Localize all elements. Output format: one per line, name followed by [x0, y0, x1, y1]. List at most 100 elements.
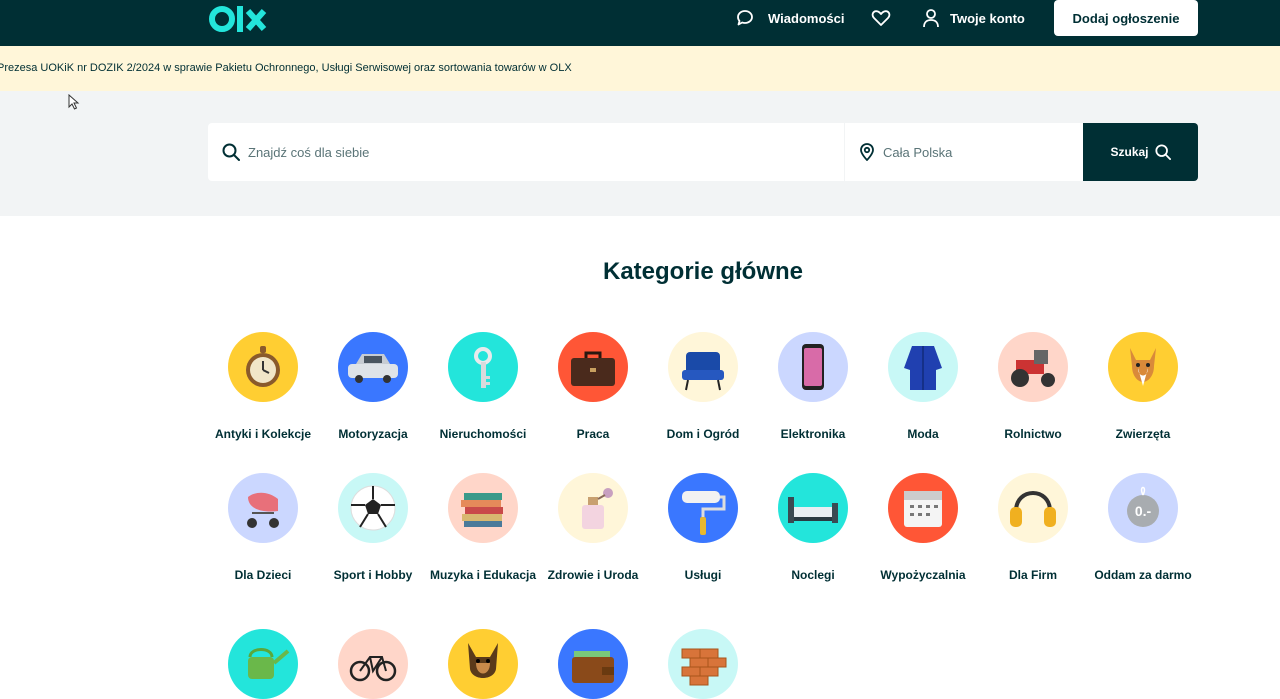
- category-circle: [228, 473, 298, 543]
- messages-label: Wiadomości: [768, 10, 845, 26]
- search-button-label: Szukaj: [1110, 145, 1149, 159]
- category-item[interactable]: Elektronika: [758, 332, 868, 442]
- search-button[interactable]: Szukaj: [1083, 123, 1198, 181]
- olx-logo[interactable]: [208, 4, 268, 34]
- category-item[interactable]: [538, 629, 648, 699]
- category-circle: [558, 332, 628, 402]
- category-circle: [668, 473, 738, 543]
- category-label: Noclegi: [791, 568, 835, 582]
- category-label: Dom i Ogród: [666, 427, 740, 441]
- category-item[interactable]: Rolnictwo: [978, 332, 1088, 442]
- category-label: Rolnictwo: [1004, 427, 1062, 441]
- category-label: Oddam za darmo: [1094, 568, 1192, 582]
- ear-muffs-icon: [1010, 491, 1056, 527]
- category-item[interactable]: Usługi: [648, 473, 758, 583]
- category-circle: [448, 629, 518, 699]
- watering-can-icon: [248, 648, 290, 679]
- add-listing-button[interactable]: Dodaj ogłoszenie: [1054, 0, 1198, 36]
- category-item[interactable]: Dla Firm: [978, 473, 1088, 583]
- search-field[interactable]: [208, 123, 844, 181]
- category-item[interactable]: Zwierzęta: [1088, 332, 1198, 442]
- category-circle: [338, 629, 408, 699]
- category-label: Nieruchomości: [439, 427, 527, 441]
- top-navbar: Wiadomości Twoje konto Dodaj ogłoszenie: [0, 0, 1280, 46]
- category-item[interactable]: [208, 629, 318, 699]
- robe-icon: [904, 346, 942, 390]
- user-icon: [923, 9, 939, 28]
- category-label: Wypożyczalnia: [880, 568, 966, 582]
- category-label: Moda: [907, 427, 939, 441]
- smartphone-icon: [802, 344, 824, 390]
- category-circle: [1108, 332, 1178, 402]
- category-circle: [558, 629, 628, 699]
- armchair-icon: [682, 352, 724, 391]
- category-item[interactable]: Antyki i Kolekcje: [208, 332, 318, 442]
- category-circle: [448, 332, 518, 402]
- search-icon: [222, 143, 240, 161]
- chat-bubble-icon: [737, 10, 753, 26]
- category-label: Dla Dzieci: [234, 568, 292, 582]
- category-item[interactable]: Muzyka i Edukacja: [428, 473, 538, 583]
- wallet-icon: [572, 651, 614, 683]
- price-tag-icon: 0.-: [1127, 486, 1159, 527]
- location-pin-icon: [860, 143, 874, 161]
- location-field[interactable]: [845, 123, 1083, 181]
- soccer-ball-icon: [350, 485, 396, 531]
- category-circle: [448, 473, 518, 543]
- category-item[interactable]: Sport i Hobby: [318, 473, 428, 583]
- category-circle: 0.-: [1108, 473, 1178, 543]
- location-input[interactable]: [883, 144, 1063, 160]
- category-item[interactable]: Zdrowie i Uroda: [538, 473, 648, 583]
- perfume-icon: [582, 488, 613, 529]
- category-circle: [338, 473, 408, 543]
- category-item[interactable]: Wypożyczalnia: [868, 473, 978, 583]
- search-input[interactable]: [248, 144, 808, 160]
- category-item[interactable]: Noclegi: [758, 473, 868, 583]
- briefcase-icon: [571, 351, 615, 386]
- category-item[interactable]: Praca: [538, 332, 648, 442]
- heart-icon: [871, 10, 891, 26]
- tractor-icon: [1011, 350, 1055, 387]
- category-circle: [998, 332, 1068, 402]
- category-circle: [558, 473, 628, 543]
- account-label: Twoje konto: [950, 10, 1025, 26]
- bed-icon: [788, 497, 838, 523]
- books-icon: [461, 493, 503, 527]
- car-icon: [348, 354, 398, 383]
- category-label: Motoryzacja: [338, 427, 408, 441]
- banner-text: Prezesa UOKiK nr DOZIK 2/2024 w sprawie …: [0, 62, 572, 74]
- category-label: Usługi: [684, 568, 722, 582]
- category-label: Muzyka i Edukacja: [429, 568, 537, 582]
- account-link[interactable]: Twoje konto: [922, 8, 1025, 28]
- category-item[interactable]: [318, 629, 428, 699]
- category-circle: [338, 332, 408, 402]
- mouse-cursor-icon: [68, 94, 80, 110]
- german-shepherd-icon: [468, 643, 498, 678]
- category-item[interactable]: 0.- Oddam za darmo: [1088, 473, 1198, 583]
- dog-icon: [1130, 348, 1156, 386]
- category-circle: [228, 629, 298, 699]
- categories-title: Kategorie główne: [602, 258, 804, 285]
- category-item[interactable]: Dla Dzieci: [208, 473, 318, 583]
- category-label: Sport i Hobby: [333, 568, 413, 582]
- category-label: Dla Firm: [1008, 568, 1057, 582]
- category-label: Zwierzęta: [1115, 427, 1171, 441]
- category-label: Praca: [576, 427, 610, 441]
- favorites-button[interactable]: [871, 9, 891, 27]
- paint-roller-icon: [682, 491, 726, 535]
- category-item[interactable]: [648, 629, 758, 699]
- calendar-icon: [904, 491, 942, 527]
- category-item[interactable]: Motoryzacja: [318, 332, 428, 442]
- category-circle: [668, 332, 738, 402]
- category-circle: [998, 473, 1068, 543]
- category-item[interactable]: Nieruchomości: [428, 332, 538, 442]
- category-item[interactable]: Moda: [868, 332, 978, 442]
- category-label: Elektronika: [780, 427, 846, 441]
- bicycle-icon: [349, 656, 397, 682]
- pocket-watch-icon: [246, 346, 280, 387]
- category-item[interactable]: [428, 629, 538, 699]
- search-button-icon: [1154, 144, 1171, 160]
- category-item[interactable]: Dom i Ogród: [648, 332, 758, 442]
- price-tag-text: 0.-: [1135, 503, 1152, 519]
- messages-link[interactable]: Wiadomości: [736, 9, 844, 27]
